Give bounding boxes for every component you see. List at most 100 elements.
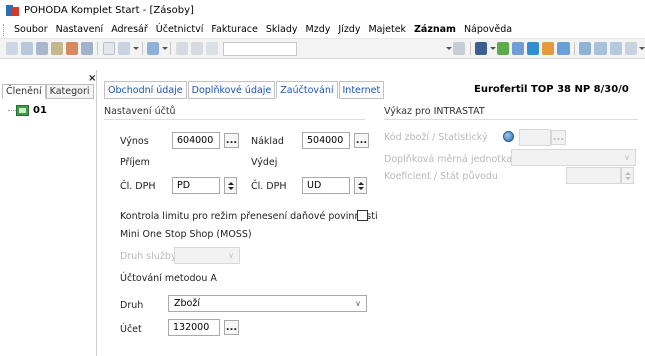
menu-napoveda[interactable]: Nápověda	[460, 24, 516, 35]
toolbar-dropdown-icon[interactable]	[445, 42, 452, 55]
ucet-select-button[interactable]: ...	[224, 320, 239, 335]
toolbar-separator	[97, 42, 99, 55]
menu-mzdy[interactable]: Mzdy	[302, 24, 335, 35]
prijem-cl-dph-spinner[interactable]	[224, 177, 237, 194]
menu-jizdy[interactable]: Jízdy	[334, 24, 364, 35]
toolbar-dropdown-icon[interactable]	[489, 42, 496, 55]
toolbar	[0, 39, 645, 59]
menu-soubor[interactable]: Soubor	[10, 24, 52, 35]
menu-grip	[3, 23, 6, 36]
tree-folder-icon	[16, 105, 29, 116]
menu-fakturace[interactable]: Fakturace	[207, 24, 261, 35]
section-moss: Mini One Stop Shop (MOSS)	[120, 229, 252, 240]
koeficient-field[interactable]	[566, 167, 621, 184]
toolbar-agenda-icon[interactable]	[475, 42, 488, 55]
tab-zauctovani[interactable]: Zaúčtování	[276, 81, 338, 99]
tree-item-label: 01	[33, 105, 47, 116]
record-title: Eurofertil TOP 38 NP 8/30/0	[474, 84, 629, 95]
tab-kategorie[interactable]: Kategori	[45, 84, 94, 99]
druh-sluzby-select[interactable]: ∨	[174, 247, 240, 264]
koeficient-spinner[interactable]	[621, 167, 634, 184]
toolbar-calendar-icon[interactable]	[512, 42, 525, 55]
label-vydej-cl-dph: Čl. DPH	[251, 181, 287, 192]
close-icon[interactable]: ×	[88, 73, 96, 84]
record-tabs: Obchodní údaje Doplňkové údaje Zaúčtován…	[104, 81, 385, 99]
druh-select[interactable]: Zboží ∨	[168, 295, 367, 312]
window-title: POHODA Komplet Start - [Zásoby]	[24, 5, 194, 16]
toolbar-users-icon[interactable]	[542, 42, 555, 55]
menu-majetek[interactable]: Majetek	[364, 24, 410, 35]
left-panel-tabs: Členění Kategori	[2, 84, 94, 99]
toolbar-new-icon[interactable]	[5, 42, 18, 55]
chevron-down-icon: ∨	[355, 299, 361, 308]
toolbar-separator	[469, 42, 471, 55]
vydej-cl-dph-field[interactable]: UD	[302, 177, 350, 194]
kod-zbozi-select-button[interactable]: ...	[551, 130, 566, 145]
toolbar-save-icon[interactable]	[175, 42, 188, 55]
toolbar-filter-icon[interactable]	[453, 42, 466, 55]
toolbar-dropdown-icon[interactable]	[638, 42, 645, 55]
toolbar-book-icon[interactable]	[527, 42, 540, 55]
globe-icon[interactable]	[503, 131, 514, 142]
toolbar-cancel-icon[interactable]	[190, 42, 203, 55]
ucet-field[interactable]: 132000	[168, 319, 220, 336]
label-druh: Druh	[120, 300, 144, 311]
doplnkova-jednotka-select[interactable]: ∨	[511, 149, 636, 166]
toolbar-table-icon[interactable]	[579, 42, 592, 55]
app-icon	[6, 4, 19, 17]
tree-item-01[interactable]: 01	[14, 105, 47, 116]
kontrola-limitu-checkbox[interactable]	[357, 210, 368, 221]
tab-doplnkove-udaje[interactable]: Doplňkové údaje	[187, 81, 276, 99]
chevron-down-icon: ∨	[624, 153, 630, 162]
left-panel: × Členění Kategori 01	[0, 70, 97, 356]
naklad-select-button[interactable]: ...	[354, 133, 369, 148]
menu-sklady[interactable]: Sklady	[262, 24, 302, 35]
druh-select-value: Zboží	[174, 298, 200, 309]
toolbar-dropdown-icon[interactable]	[161, 42, 168, 55]
section-nastaveni-uctu: Nastavení účtů	[104, 106, 176, 117]
label-koeficient: Koeficient / Stát původu	[384, 171, 498, 182]
label-ucet: Účet	[120, 324, 142, 335]
toolbar-export-icon[interactable]	[65, 42, 78, 55]
section-divider	[104, 119, 365, 120]
section-uctovani-metodou-a: Účtování metodou A	[120, 273, 217, 284]
toolbar-edit-icon[interactable]	[118, 42, 131, 55]
menu-adresar[interactable]: Adresář	[107, 24, 152, 35]
title-bar: POHODA Komplet Start - [Zásoby]	[0, 0, 645, 21]
vydej-cl-dph-spinner[interactable]	[354, 177, 367, 194]
kod-zbozi-field[interactable]	[519, 129, 551, 146]
menu-zaznam[interactable]: Záznam	[410, 24, 460, 35]
toolbar-search-combo[interactable]	[222, 41, 297, 56]
toolbar-bank-icon[interactable]	[557, 42, 570, 55]
toolbar-dropdown-icon[interactable]	[132, 42, 139, 55]
toolbar-document-icon[interactable]	[102, 42, 116, 55]
label-kod-zbozi: Kód zboží / Statistický	[384, 132, 488, 143]
tab-cleneni[interactable]: Členění	[2, 84, 46, 99]
vynos-field[interactable]: 604000	[172, 132, 220, 149]
label-prijem: Příjem	[120, 157, 150, 168]
chevron-down-icon: ∨	[228, 251, 234, 260]
toolbar-separator	[170, 42, 172, 55]
toolbar-preview-icon[interactable]	[50, 42, 63, 55]
label-doplnkova-jednotka: Doplňková měrná jednotka	[384, 154, 513, 165]
toolbar-report-icon[interactable]	[609, 42, 622, 55]
toolbar-settings-icon[interactable]	[624, 42, 637, 55]
toolbar-list-icon[interactable]	[594, 42, 607, 55]
toolbar-navigate-icon[interactable]	[147, 42, 160, 55]
toolbar-copy-icon[interactable]	[80, 42, 93, 55]
tab-obchodni-udaje[interactable]: Obchodní údaje	[104, 81, 187, 99]
toolbar-refresh-icon[interactable]	[497, 42, 510, 55]
vynos-select-button[interactable]: ...	[224, 133, 239, 148]
prijem-cl-dph-field[interactable]: PD	[172, 177, 220, 194]
toolbar-print-icon[interactable]	[35, 42, 48, 55]
menu-ucetnictvi[interactable]: Účetnictví	[152, 24, 208, 35]
naklad-field[interactable]: 504000	[302, 132, 350, 149]
section-divider	[384, 119, 638, 120]
toolbar-separator	[141, 42, 143, 55]
toolbar-undo-icon[interactable]	[205, 42, 219, 55]
toolbar-open-icon[interactable]	[20, 42, 33, 55]
menu-bar: Soubor Nastavení Adresář Účetnictví Fakt…	[0, 21, 645, 39]
toolbar-separator	[574, 42, 575, 55]
tab-internet[interactable]: Internet	[338, 81, 385, 99]
menu-nastaveni[interactable]: Nastavení	[52, 24, 108, 35]
